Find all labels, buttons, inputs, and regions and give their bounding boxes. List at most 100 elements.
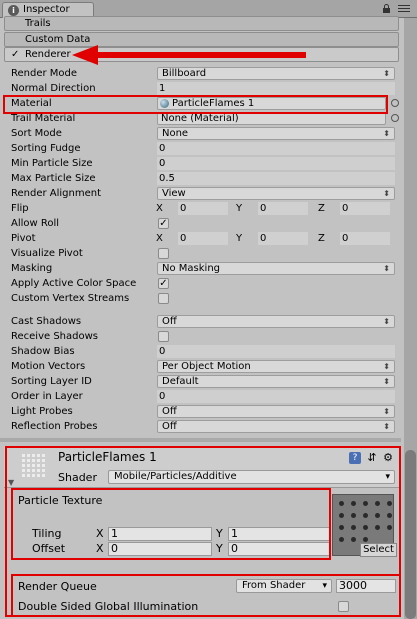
max-particle-size-label: Max Particle Size — [11, 173, 96, 184]
tiling-x-field[interactable]: 1 — [108, 527, 212, 541]
motion-vectors-row: Motion Vectors Per Object Motion — [11, 359, 397, 374]
render-queue-label: Render Queue — [18, 580, 97, 593]
reflection-probes-dropdown[interactable]: Off — [157, 420, 395, 433]
pivot-y-label: Y — [236, 233, 243, 244]
texture-select-button[interactable]: Select — [360, 543, 397, 557]
dsgi-checkbox[interactable] — [338, 601, 349, 612]
annotation-arrow-icon — [72, 45, 306, 65]
material-label: Material — [11, 98, 52, 109]
cast-shadows-label: Cast Shadows — [11, 316, 82, 327]
flip-x-label: X — [156, 203, 163, 214]
sorting-layer-dropdown[interactable]: Default — [157, 375, 395, 388]
render-queue-field[interactable]: 3000 — [336, 579, 396, 593]
material-field[interactable]: ParticleFlames 1 — [157, 97, 386, 110]
module-trails[interactable]: Trails — [4, 16, 399, 31]
sort-mode-label: Sort Mode — [11, 128, 62, 139]
preset-icon[interactable]: ⇵ — [366, 452, 378, 464]
reflection-probes-row: Reflection Probes Off — [11, 419, 397, 434]
sorting-fudge-label: Sorting Fudge — [11, 143, 81, 154]
render-alignment-dropdown[interactable]: View — [157, 187, 395, 200]
allow-roll-row: Allow Roll ✓ — [11, 216, 397, 231]
min-particle-size-field[interactable]: 0 — [157, 157, 395, 170]
sort-mode-row: Sort Mode None — [11, 126, 397, 141]
masking-dropdown[interactable]: No Masking — [157, 262, 395, 275]
motion-vectors-dropdown[interactable]: Per Object Motion — [157, 360, 395, 373]
render-mode-dropdown[interactable]: Billboard — [157, 67, 395, 80]
trail-material-field[interactable]: None (Material) — [157, 112, 386, 125]
reflection-probes-label: Reflection Probes — [11, 421, 98, 432]
trail-material-row: Trail Material None (Material) — [11, 111, 399, 126]
flip-y-value[interactable]: 0 — [258, 202, 308, 215]
trail-material-picker-icon[interactable] — [391, 114, 399, 122]
material-header: ▼ ParticleFlames 1 ? ⇵ ⚙ Shader Mobile/P… — [4, 446, 401, 488]
material-name: ParticleFlames 1 — [58, 450, 157, 464]
offset-y-field[interactable]: 0 — [228, 542, 330, 556]
apply-active-color-space-checkbox[interactable]: ✓ — [158, 278, 169, 289]
pivot-label: Pivot — [11, 233, 36, 244]
motion-vectors-label: Motion Vectors — [11, 361, 86, 372]
module-renderer-label: Renderer — [25, 49, 71, 60]
render-alignment-row: Render Alignment View — [11, 186, 397, 201]
order-in-layer-row: Order in Layer 0 — [11, 389, 397, 404]
light-probes-dropdown[interactable]: Off — [157, 405, 395, 418]
receive-shadows-label: Receive Shadows — [11, 331, 98, 342]
masking-label: Masking — [11, 263, 53, 274]
normal-direction-row: Normal Direction 1 — [11, 81, 397, 96]
pivot-z-label: Z — [318, 233, 325, 244]
cast-shadows-row: Cast Shadows Off — [11, 314, 397, 329]
tiling-y-label: Y — [216, 527, 223, 540]
material-preview-icon — [22, 454, 48, 478]
render-alignment-label: Render Alignment — [11, 188, 102, 199]
order-in-layer-label: Order in Layer — [11, 391, 83, 402]
min-particle-size-label: Min Particle Size — [11, 158, 93, 169]
shadow-bias-label: Shadow Bias — [11, 346, 75, 357]
help-icon[interactable]: ? — [349, 452, 361, 464]
render-mode-label: Render Mode — [11, 68, 78, 79]
offset-x-label: X — [96, 542, 104, 555]
max-particle-size-field[interactable]: 0.5 — [157, 172, 395, 185]
sorting-layer-label: Sorting Layer ID — [11, 376, 92, 387]
module-trails-label: Trails — [25, 18, 51, 29]
cast-shadows-dropdown[interactable]: Off — [157, 315, 395, 328]
tiling-y-field[interactable]: 1 — [228, 527, 330, 541]
material-sphere-icon — [160, 99, 169, 108]
sort-mode-dropdown[interactable]: None — [157, 127, 395, 140]
offset-y-label: Y — [216, 542, 223, 555]
sorting-fudge-field[interactable]: 0 — [157, 142, 395, 155]
pivot-x-label: X — [156, 233, 163, 244]
order-in-layer-field[interactable]: 0 — [157, 390, 395, 403]
shader-dropdown[interactable]: Mobile/Particles/Additive — [108, 470, 395, 484]
render-queue-dropdown[interactable]: From Shader — [236, 579, 332, 593]
shadow-bias-field[interactable]: 0 — [157, 345, 395, 358]
foldout-arrow-icon[interactable]: ▼ — [8, 478, 14, 487]
pivot-y-value[interactable]: 0 — [258, 232, 308, 245]
trail-material-label: Trail Material — [11, 113, 76, 124]
allow-roll-checkbox[interactable]: ✓ — [158, 218, 169, 229]
material-picker-icon[interactable] — [391, 99, 399, 107]
normal-direction-field[interactable]: 1 — [157, 82, 395, 95]
particle-texture-label: Particle Texture — [18, 494, 103, 507]
pivot-z-value[interactable]: 0 — [340, 232, 390, 245]
custom-vertex-streams-row: Custom Vertex Streams — [11, 291, 397, 306]
apply-active-color-space-label: Apply Active Color Space — [11, 278, 137, 289]
panel-menu-icon[interactable] — [398, 5, 410, 14]
flip-z-value[interactable]: 0 — [340, 202, 390, 215]
lock-icon[interactable] — [382, 4, 391, 13]
offset-label: Offset — [32, 542, 66, 555]
masking-row: Masking No Masking — [11, 261, 397, 276]
normal-direction-label: Normal Direction — [11, 83, 96, 94]
pivot-x-value[interactable]: 0 — [178, 232, 228, 245]
visualize-pivot-row: Visualize Pivot — [11, 246, 397, 261]
apply-active-color-space-row: Apply Active Color Space ✓ — [11, 276, 397, 291]
max-particle-size-row: Max Particle Size 0.5 — [11, 171, 397, 186]
offset-x-field[interactable]: 0 — [108, 542, 212, 556]
shader-label: Shader — [58, 471, 97, 484]
scrollbar-thumb[interactable] — [405, 450, 416, 619]
receive-shadows-checkbox[interactable] — [158, 331, 169, 342]
flip-x-value[interactable]: 0 — [178, 202, 228, 215]
visualize-pivot-checkbox[interactable] — [158, 248, 169, 259]
custom-vertex-streams-label: Custom Vertex Streams — [11, 293, 130, 304]
renderer-enabled-checkmark-icon[interactable]: ✓ — [11, 48, 19, 61]
custom-vertex-streams-checkbox[interactable] — [158, 293, 169, 304]
gear-icon[interactable]: ⚙ — [382, 452, 394, 464]
